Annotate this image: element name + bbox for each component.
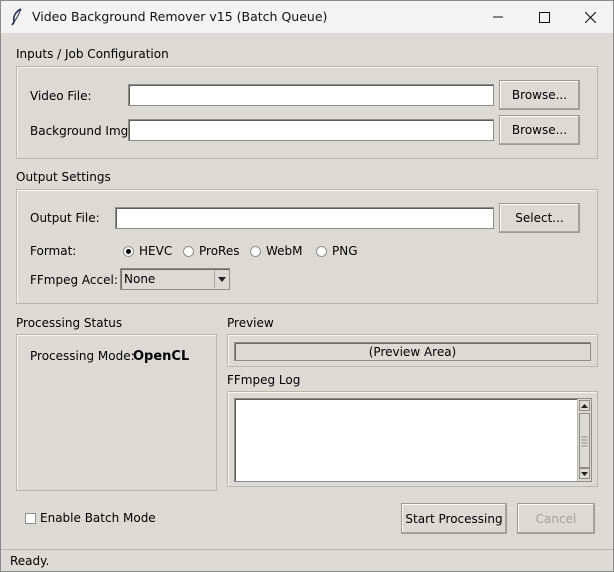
output-file-label: Output File: [30, 211, 100, 225]
grip-icon [581, 436, 588, 447]
window-title: Video Background Remover v15 (Batch Queu… [32, 9, 328, 24]
title-bar[interactable]: Video Background Remover v15 (Batch Queu… [1, 1, 613, 33]
preview-area: (Preview Area) [234, 342, 591, 361]
format-radio-webm[interactable]: WebM [250, 243, 303, 259]
format-label: Format: [30, 244, 77, 258]
close-icon [584, 11, 596, 23]
start-processing-button[interactable]: Start Processing [401, 503, 507, 534]
background-img-label: Background Img: [30, 124, 133, 138]
inputs-section-label: Inputs / Job Configuration [16, 47, 169, 61]
format-radio-png[interactable]: PNG [316, 243, 358, 259]
log-scrollbar[interactable] [577, 399, 591, 481]
ffmpeg-accel-label: FFmpeg Accel: [30, 273, 118, 287]
scroll-down-icon[interactable] [579, 468, 590, 479]
format-option-label: PNG [332, 244, 358, 258]
output-section-label: Output Settings [16, 170, 111, 184]
minimize-icon [493, 16, 503, 18]
format-option-label: ProRes [199, 244, 240, 258]
output-select-button[interactable]: Select... [499, 203, 580, 233]
minimize-button[interactable] [475, 1, 521, 33]
processing-status-label: Processing Status [16, 316, 123, 330]
ffmpeg-log-textarea[interactable] [234, 398, 592, 482]
video-browse-button[interactable]: Browse... [499, 80, 580, 110]
format-option-label: WebM [266, 244, 303, 258]
app-window: Video Background Remover v15 (Batch Queu… [0, 0, 614, 572]
scroll-thumb[interactable] [579, 413, 590, 468]
processing-mode-value: OpenCL [133, 349, 190, 364]
output-file-input[interactable] [115, 207, 494, 229]
maximize-icon [538, 11, 550, 23]
maximize-button[interactable] [521, 1, 567, 33]
ffmpeg-log-label: FFmpeg Log [227, 373, 301, 387]
background-img-input[interactable] [128, 119, 494, 141]
radio-unselected-icon [250, 245, 261, 257]
batch-mode-label[interactable]: Enable Batch Mode [40, 511, 156, 525]
feather-icon [9, 7, 25, 27]
batch-mode-checkbox[interactable] [25, 513, 36, 524]
preview-section-label: Preview [227, 316, 274, 330]
format-option-label: HEVC [139, 244, 173, 258]
format-radio-hevc[interactable]: HEVC [123, 243, 172, 259]
status-text: Ready. [10, 554, 50, 568]
processing-mode-label: Processing Mode: [30, 349, 135, 363]
ffmpeg-accel-value: None [124, 272, 156, 286]
chevron-down-icon[interactable] [214, 270, 228, 288]
video-file-label: Video File: [30, 89, 92, 103]
close-button[interactable] [567, 1, 613, 33]
status-bar: Ready. [1, 549, 613, 571]
ffmpeg-accel-select[interactable]: None [120, 268, 230, 290]
video-file-input[interactable] [128, 84, 494, 106]
radio-selected-icon [123, 245, 134, 257]
radio-unselected-icon [183, 245, 194, 257]
format-radio-prores[interactable]: ProRes [183, 243, 239, 259]
scroll-up-icon[interactable] [579, 400, 590, 411]
background-browse-button[interactable]: Browse... [499, 115, 580, 145]
cancel-button[interactable]: Cancel [517, 503, 595, 534]
radio-unselected-icon [316, 245, 327, 257]
